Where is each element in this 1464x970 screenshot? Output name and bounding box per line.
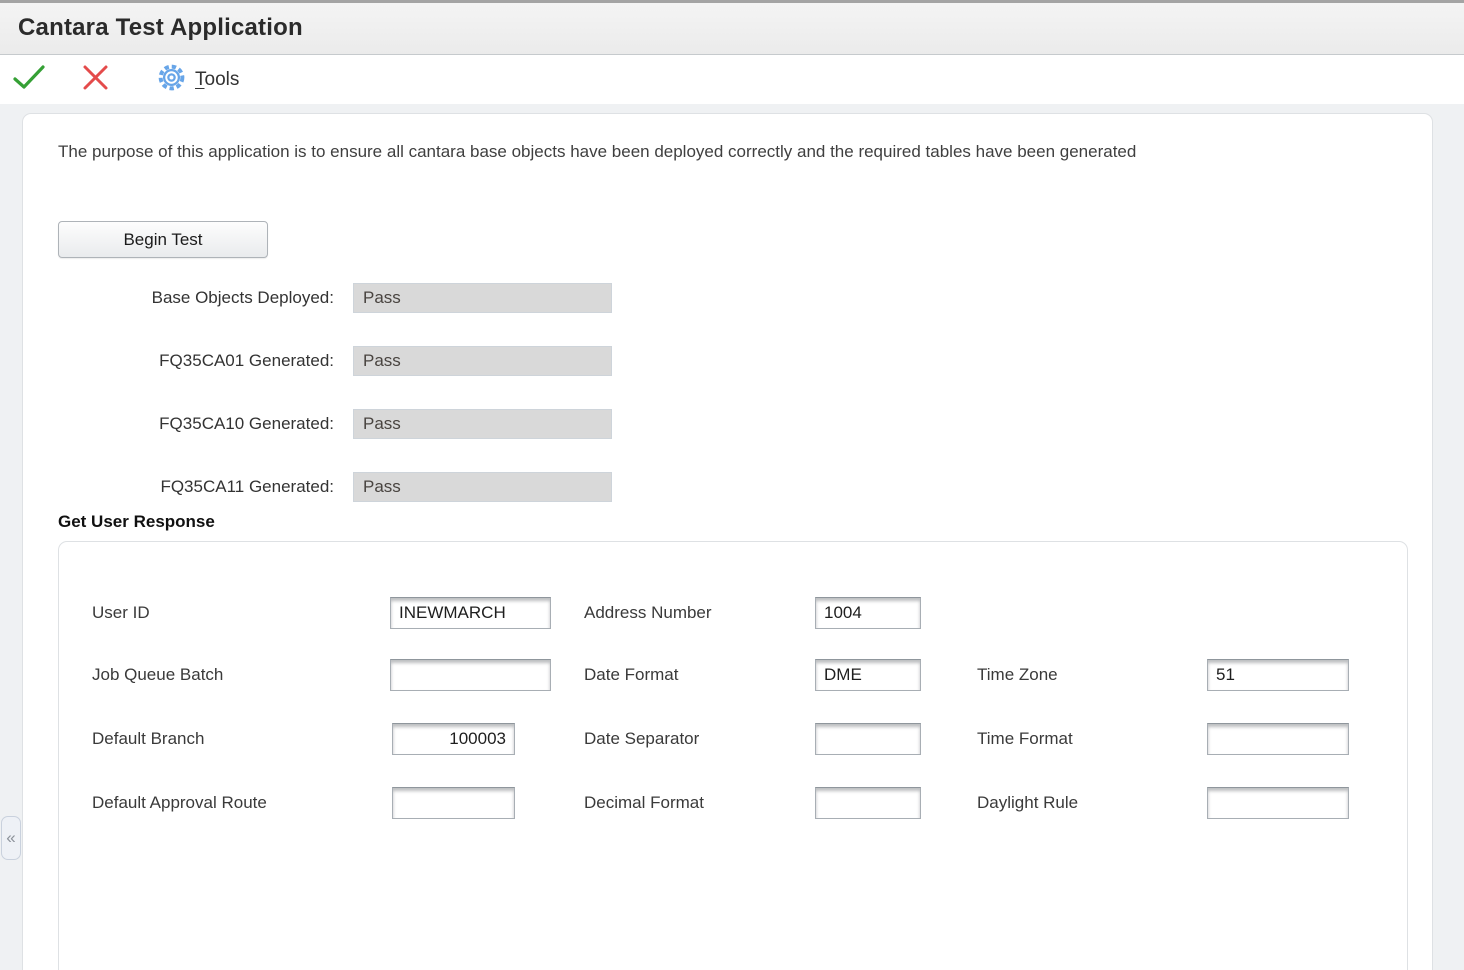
user-id-input[interactable] — [390, 597, 551, 629]
toolbar: Tools — [0, 56, 1464, 103]
status-label: FQ35CA01 Generated: — [58, 351, 353, 371]
status-label: FQ35CA11 Generated: — [58, 477, 353, 497]
status-row-fq35ca10: FQ35CA10 Generated: Pass — [58, 409, 612, 439]
status-value-field: Pass — [353, 283, 612, 313]
time-zone-label: Time Zone — [977, 665, 1058, 685]
cancel-button[interactable] — [72, 60, 119, 100]
status-value-field: Pass — [353, 472, 612, 502]
title-bar: Cantara Test Application — [0, 0, 1464, 55]
ok-button[interactable] — [4, 60, 54, 100]
checkmark-icon — [12, 64, 46, 96]
status-label: FQ35CA10 Generated: — [58, 414, 353, 434]
date-format-input[interactable] — [815, 659, 921, 691]
daylight-rule-label: Daylight Rule — [977, 793, 1078, 813]
date-format-label: Date Format — [584, 665, 678, 685]
default-approval-route-label: Default Approval Route — [92, 793, 267, 813]
job-queue-batch-label: Job Queue Batch — [92, 665, 223, 685]
decimal-format-input[interactable] — [815, 787, 921, 819]
status-value-field: Pass — [353, 346, 612, 376]
main-panel: The purpose of this application is to en… — [22, 113, 1433, 970]
time-format-input[interactable] — [1207, 723, 1349, 755]
status-row-fq35ca01: FQ35CA01 Generated: Pass — [58, 346, 612, 376]
status-label: Base Objects Deployed: — [58, 288, 353, 308]
tools-menu-label: Tools — [195, 69, 239, 91]
date-separator-label: Date Separator — [584, 729, 699, 749]
app-description: The purpose of this application is to en… — [58, 140, 1358, 163]
get-user-response-groupbox: User ID Address Number Job Queue Batch D… — [58, 541, 1408, 970]
daylight-rule-input[interactable] — [1207, 787, 1349, 819]
begin-test-button[interactable]: Begin Test — [58, 221, 268, 258]
date-separator-input[interactable] — [815, 723, 921, 755]
address-number-label: Address Number — [584, 603, 712, 623]
status-row-fq35ca11: FQ35CA11 Generated: Pass — [58, 472, 612, 502]
workspace: The purpose of this application is to en… — [0, 104, 1464, 970]
default-branch-input[interactable] — [392, 723, 515, 755]
double-chevron-left-icon: « — [6, 828, 15, 848]
status-value-field: Pass — [353, 409, 612, 439]
x-mark-icon — [80, 64, 111, 96]
gear-icon — [157, 63, 186, 97]
status-row-base-objects: Base Objects Deployed: Pass — [58, 283, 612, 313]
section-title-get-user-response: Get User Response — [58, 512, 215, 532]
time-format-label: Time Format — [977, 729, 1073, 749]
decimal-format-label: Decimal Format — [584, 793, 704, 813]
sidebar-collapse-button[interactable]: « — [1, 816, 21, 860]
tools-menu-button[interactable]: Tools — [149, 60, 247, 100]
window-title: Cantara Test Application — [0, 3, 1464, 53]
user-id-label: User ID — [92, 603, 150, 623]
time-zone-input[interactable] — [1207, 659, 1349, 691]
job-queue-batch-input[interactable] — [390, 659, 551, 691]
default-branch-label: Default Branch — [92, 729, 204, 749]
default-approval-route-input[interactable] — [392, 787, 515, 819]
address-number-input[interactable] — [815, 597, 921, 629]
